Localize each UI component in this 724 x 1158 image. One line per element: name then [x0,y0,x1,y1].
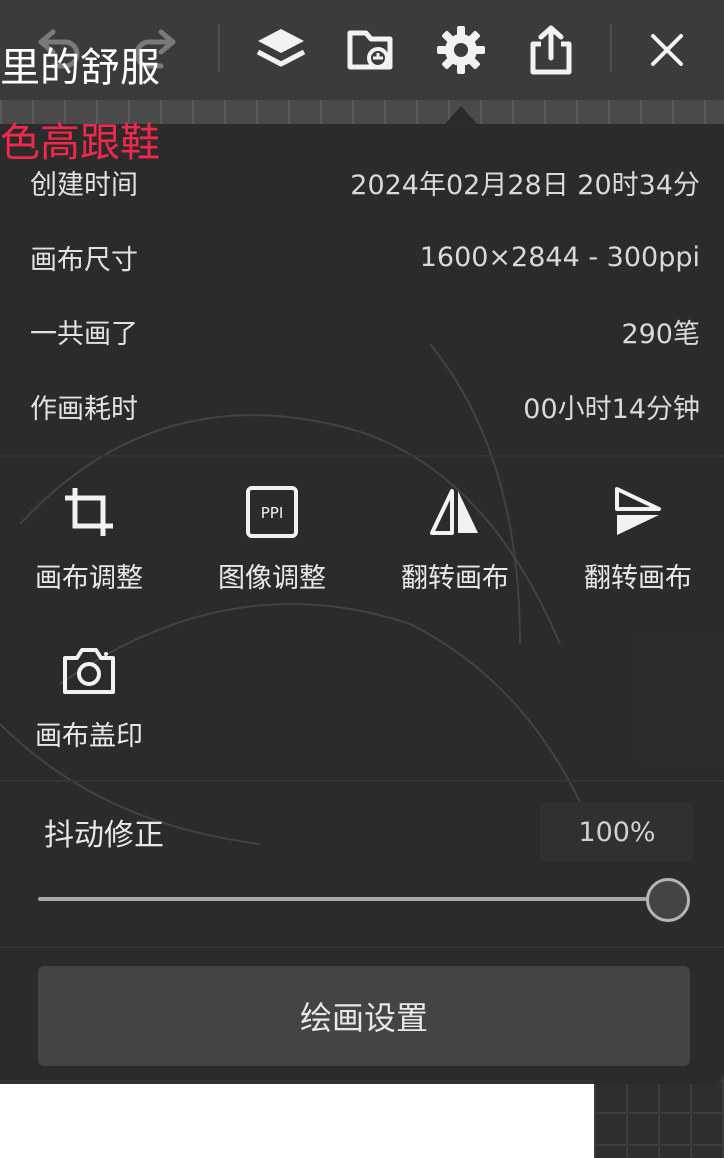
camera-icon [59,640,119,700]
canvas-grid [594,1080,724,1158]
panel-pointer [445,106,477,124]
created-label: 创建时间 [30,169,138,201]
time-label: 作画耗时 [30,393,138,425]
stabilizer-slider-track[interactable] [38,897,668,901]
flip-horizontal-icon [425,482,485,542]
tool-label: 画布盖印 [35,721,143,752]
flip-vertical-button[interactable]: 翻转画布 [553,482,723,612]
drawing-settings-button[interactable]: 绘画设置 [38,966,690,1066]
stabilizer-label: 抖动修正 [44,818,164,853]
info-created: 创建时间 2024年02月28日 20时34分 [30,162,700,202]
svg-text:PPI: PPI [261,504,284,522]
canvas-size-label: 画布尺寸 [30,244,138,276]
drawing-paper [0,1080,594,1158]
toolbar-divider [218,24,220,72]
divider [0,946,724,948]
layers-icon[interactable] [253,22,309,78]
artwork-subtitle: 色高跟鞋 [0,120,160,166]
tool-label: 图像调整 [218,563,326,594]
divider [0,780,724,782]
created-value: 2024年02月28日 20时34分 [350,169,700,201]
strokes-value: 290笔 [621,318,700,350]
flip-vertical-icon [608,482,668,542]
stabilizer-slider-knob[interactable] [646,878,690,922]
image-adjust-button[interactable]: PPI 图像调整 [187,482,357,612]
close-icon[interactable] [639,22,695,78]
tool-label: 画布调整 [35,563,143,594]
divider [0,455,724,457]
strokes-label: 一共画了 [30,318,138,350]
tool-label: 翻转画布 [584,563,692,594]
info-strokes: 一共画了 290笔 [30,311,700,351]
ppi-icon: PPI [242,482,302,542]
info-drawing-time: 作画耗时 00小时14分钟 [30,386,700,426]
settings-gear-icon[interactable] [433,22,489,78]
stabilizer-value-field[interactable]: 100% [540,802,694,862]
canvas-size-value: 1600×2844 - 300ppi [419,241,700,273]
toolbar-divider [610,24,612,72]
share-icon[interactable] [523,22,579,78]
canvas-adjust-button[interactable]: 画布调整 [4,482,174,612]
artwork-title: 里的舒服 [0,45,160,91]
flip-horizontal-button[interactable]: 翻转画布 [370,482,540,612]
time-value: 00小时14分钟 [523,393,700,425]
gallery-icon[interactable] [343,22,399,78]
info-canvas-size: 画布尺寸 1600×2844 - 300ppi [30,237,700,277]
crop-icon [59,482,119,542]
tool-label: 翻转画布 [401,563,509,594]
top-toolbar: 里的舒服 [0,0,724,100]
canvas-stamp-button[interactable]: 画布盖印 [4,640,174,770]
